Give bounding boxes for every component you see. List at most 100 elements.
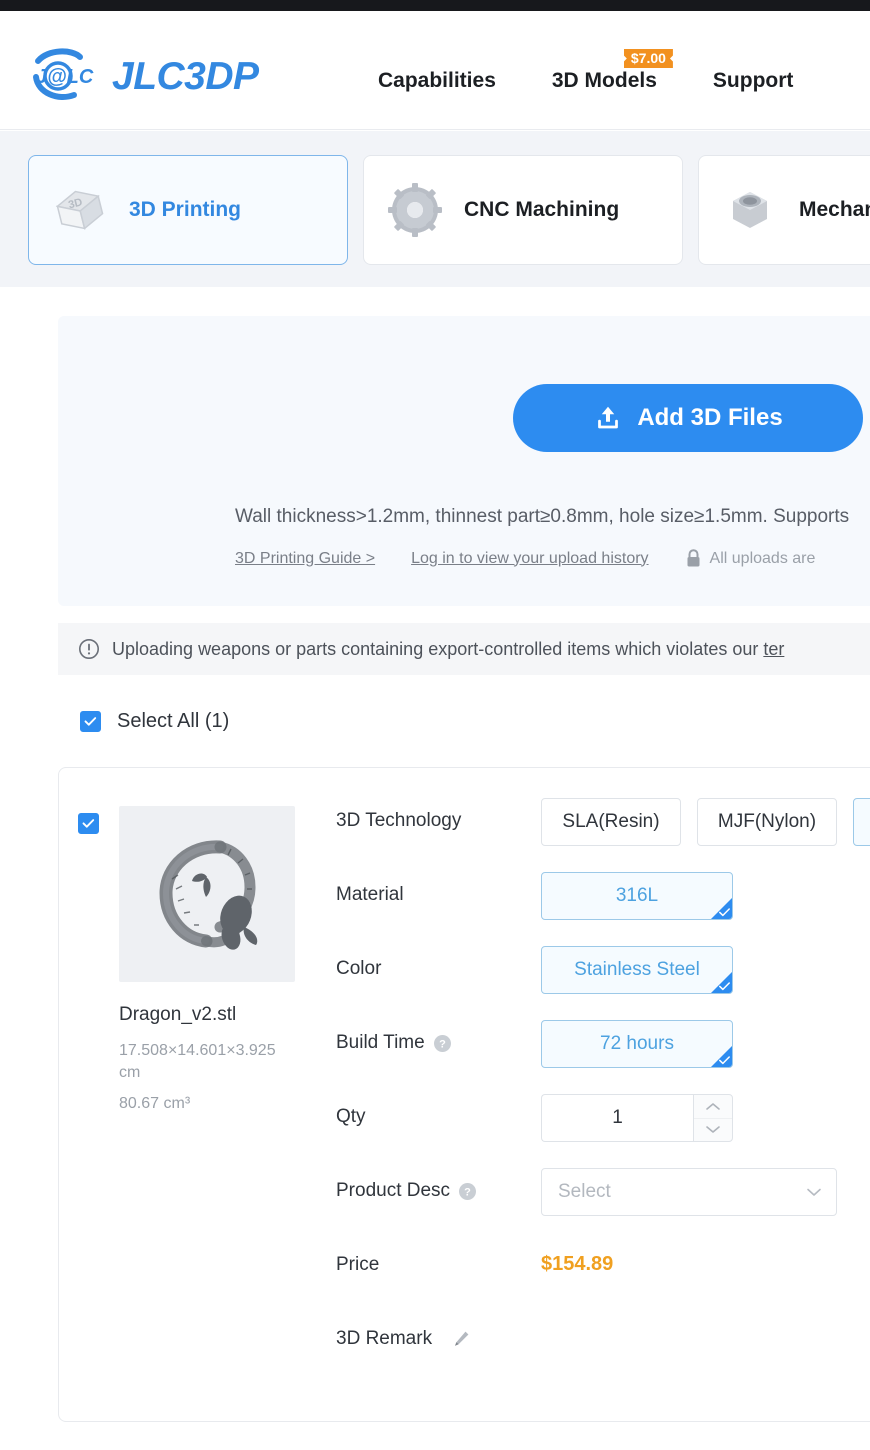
chevron-down-icon	[706, 1126, 720, 1134]
check-icon	[82, 819, 95, 828]
item-checkbox[interactable]	[78, 813, 99, 834]
label-3d-remark: 3D Remark	[336, 1316, 541, 1350]
qty-control: 1	[541, 1094, 733, 1142]
price-value: $154.89	[541, 1253, 614, 1275]
warning-message: Uploading weapons or parts containing ex…	[112, 638, 764, 659]
label-text: Product Desc	[336, 1180, 451, 1201]
option-label: Stainless Steel	[574, 959, 700, 980]
svg-text:?: ?	[439, 1038, 446, 1050]
product-desc-placeholder: Select	[558, 1181, 611, 1202]
corner-check-icon	[719, 1056, 730, 1065]
lock-icon	[687, 549, 700, 567]
alert-circle-icon	[79, 639, 99, 659]
main-content: Add 3D Files Wall thickness>1.2mm, thinn…	[0, 287, 870, 1450]
model-thumbnail-column: Dragon_v2.stl 17.508×14.601×3.925 cm 80.…	[119, 806, 295, 1113]
model-item-card: Dragon_v2.stl 17.508×14.601×3.925 cm 80.…	[58, 767, 870, 1422]
quantity-input[interactable]: 1	[541, 1094, 693, 1142]
nav-item-support[interactable]: Support	[713, 69, 793, 93]
jlc-logo-icon: J@LC	[33, 48, 94, 100]
nav-label: Capabilities	[378, 69, 496, 92]
technology-options: SLA(Resin) MJF(Nylon)	[541, 798, 870, 846]
pencil-icon[interactable]	[451, 1329, 471, 1349]
tab-label: 3D Printing	[129, 198, 242, 221]
technology-option-mjf[interactable]: MJF(Nylon)	[697, 798, 837, 846]
site-header: J@LC JLC3DP Capabilities 3D Models $7.00…	[0, 11, 870, 130]
tab-label: Mechanical Parts	[799, 198, 870, 221]
label-3d-technology: 3D Technology	[336, 810, 462, 831]
file-dimensions: 17.508×14.601×3.925 cm	[119, 1042, 276, 1081]
file-volume: 80.67 cm³	[119, 1095, 191, 1113]
tab-cnc-machining[interactable]: CNC Machining	[363, 155, 683, 265]
upload-links: 3D Printing Guide > Log in to view your …	[235, 549, 815, 568]
site-logo[interactable]: J@LC JLC3DP	[28, 47, 259, 105]
product-desc-control: Select	[541, 1168, 837, 1216]
category-tabs-band: 3D 3D Printing CNC Machining Mecha	[0, 131, 870, 287]
technology-option-selected-cutoff[interactable]	[853, 798, 870, 846]
technology-option-sla[interactable]: SLA(Resin)	[541, 798, 681, 846]
color-options: Stainless Steel	[541, 946, 733, 994]
select-all-row[interactable]: Select All (1)	[80, 710, 229, 733]
option-label: 316L	[615, 885, 659, 906]
price-badge: $7.00	[623, 49, 673, 68]
build-time-option-72h[interactable]: 72 hours	[541, 1020, 733, 1068]
tab-label: CNC Machining	[464, 198, 620, 221]
secure-upload-text: All uploads are	[709, 549, 816, 567]
build-time-options: 72 hours	[541, 1020, 733, 1068]
nav-label: Support	[712, 69, 794, 92]
label-material: Material	[336, 884, 404, 905]
product-desc-select[interactable]: Select	[541, 1168, 837, 1216]
row-qty: Qty 1	[336, 1094, 870, 1144]
top-dark-strip	[0, 0, 870, 11]
row-product-desc: Product Desc ? Select	[336, 1168, 870, 1218]
material-option-316l[interactable]: 316L	[541, 872, 733, 920]
dragon-model-preview-icon	[159, 840, 258, 950]
label-color: Color	[336, 958, 382, 979]
material-options: 316L	[541, 872, 733, 920]
corner-check-icon	[719, 982, 730, 991]
upload-icon	[598, 406, 619, 429]
help-icon[interactable]: ?	[459, 1182, 477, 1200]
label-qty: Qty	[336, 1106, 366, 1127]
select-all-checkbox[interactable]	[80, 711, 101, 732]
nav-label: 3D Models	[551, 69, 657, 92]
quantity-stepper[interactable]: 1	[541, 1094, 733, 1142]
page-root: J@LC JLC3DP Capabilities 3D Models $7.00…	[0, 0, 870, 1450]
add-3d-files-label: Add 3D Files	[637, 404, 783, 431]
row-material: Material 316L	[336, 872, 870, 922]
nav-item-capabilities[interactable]: Capabilities	[378, 69, 496, 93]
chevron-down-icon	[807, 1188, 821, 1196]
add-3d-files-button[interactable]: Add 3D Files	[513, 384, 863, 452]
export-control-warning: Uploading weapons or parts containing ex…	[58, 623, 870, 675]
chevron-up-icon	[706, 1102, 720, 1110]
logo-wordmark: JLC3DP	[112, 54, 259, 98]
file-name: Dragon_v2.stl	[119, 1004, 237, 1025]
price-control: $154.89	[541, 1242, 613, 1276]
label-product-desc: Product Desc ?	[336, 1168, 541, 1202]
upload-requirements-text: Wall thickness>1.2mm, thinnest part≥0.8m…	[235, 506, 850, 527]
label-text: 3D Remark	[336, 1328, 433, 1349]
3d-printing-guide-link[interactable]: 3D Printing Guide >	[235, 550, 375, 568]
tab-3d-printing[interactable]: 3D 3D Printing	[28, 155, 348, 265]
svg-text:J@LC: J@LC	[36, 66, 94, 88]
select-all-label: Select All (1)	[117, 710, 230, 732]
row-build-time: Build Time ? 72 hours	[336, 1020, 870, 1070]
row-3d-technology: 3D Technology SLA(Resin) MJF(Nylon)	[336, 798, 870, 848]
printer-box-icon: 3D	[55, 190, 104, 230]
quantity-decrement-button[interactable]	[694, 1117, 732, 1142]
model-thumbnail[interactable]	[119, 806, 295, 982]
color-option-stainless-steel[interactable]: Stainless Steel	[541, 946, 733, 994]
check-icon	[84, 717, 97, 726]
terms-link[interactable]: ter	[763, 639, 784, 659]
corner-check-icon	[719, 908, 730, 917]
upload-history-link[interactable]: Log in to view your upload history	[411, 550, 648, 568]
primary-nav: Capabilities 3D Models $7.00 Support	[378, 49, 793, 93]
option-label: SLA(Resin)	[562, 811, 660, 832]
label-price: Price	[336, 1254, 380, 1275]
quantity-increment-button[interactable]	[694, 1095, 732, 1118]
row-color: Color Stainless Steel	[336, 946, 870, 996]
nav-item-3d-models[interactable]: 3D Models $7.00	[551, 49, 673, 93]
warning-text: Uploading weapons or parts containing ex…	[112, 639, 784, 660]
option-label: 72 hours	[600, 1033, 674, 1054]
help-icon[interactable]: ?	[433, 1034, 451, 1052]
tab-mechanical-parts[interactable]: Mechanical Parts	[698, 155, 870, 265]
